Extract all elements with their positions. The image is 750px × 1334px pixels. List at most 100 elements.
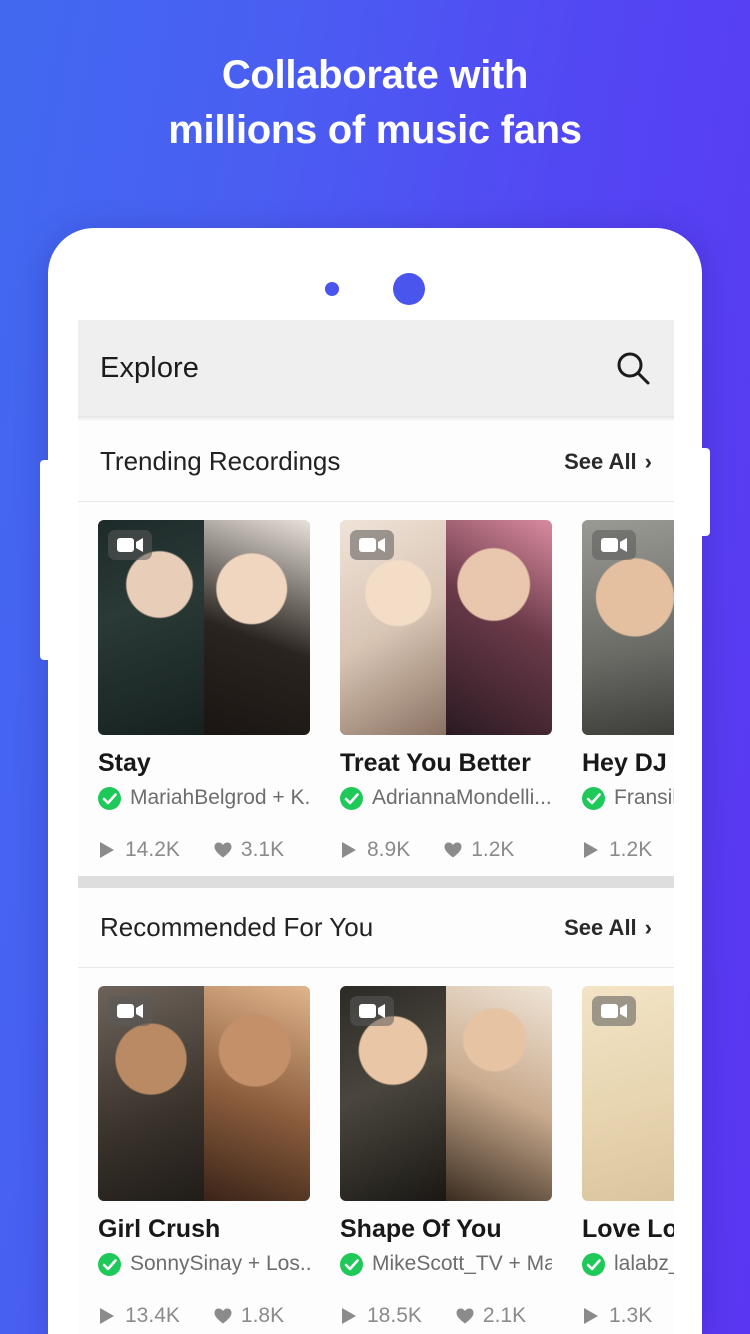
recording-card[interactable]: Girl Crush SonnySinay + Los... 13.4K 1.8…: [98, 986, 310, 1328]
recording-card[interactable]: Stay MariahBelgrod + K... 14.2K 3.1K: [98, 520, 310, 862]
duet-right-portrait: [204, 986, 310, 1201]
recording-user-label: MariahBelgrod + K...: [130, 786, 310, 809]
phone-sensor-row: [48, 258, 702, 320]
play-count: 14.2K: [98, 838, 180, 862]
camera-dot-icon: [325, 282, 339, 296]
see-all-button-recommended[interactable]: See All ›: [564, 915, 652, 941]
recording-thumbnail[interactable]: [582, 986, 674, 1201]
app-bar: Explore: [78, 320, 674, 416]
recording-user: Fransil…: [582, 786, 674, 810]
play-icon: [342, 842, 356, 858]
recording-user-label: MikeScott_TV + Ma...: [372, 1252, 552, 1275]
section-header-recommended: Recommended For You See All ›: [78, 888, 674, 968]
play-count-label: 14.2K: [125, 838, 180, 861]
like-count: 2.1K: [456, 1304, 526, 1328]
recording-card[interactable]: Shape Of You MikeScott_TV + Ma... 18.5K …: [340, 986, 552, 1328]
video-camera-icon: [108, 996, 152, 1026]
recording-user-label: lalabz_: [614, 1252, 674, 1275]
play-icon: [100, 842, 114, 858]
play-icon: [584, 842, 598, 858]
recording-stats: 18.5K 2.1K: [340, 1304, 552, 1328]
heart-icon: [214, 842, 232, 858]
play-count: 18.5K: [340, 1304, 422, 1328]
video-camera-icon: [350, 530, 394, 560]
verified-badge-icon: [340, 786, 363, 810]
verified-badge-icon: [98, 1252, 121, 1276]
see-all-label: See All: [564, 914, 637, 940]
recording-card[interactable]: Love Lov lalabz_ 1.3K: [582, 986, 674, 1328]
recording-user-label: Fransil…: [614, 786, 674, 809]
duet-right-portrait: [446, 520, 552, 735]
see-all-label: See All: [564, 448, 637, 474]
section-header-trending: Trending Recordings See All ›: [78, 422, 674, 502]
section-divider: [78, 876, 674, 888]
recording-user: AdriannaMondelli...: [340, 786, 552, 810]
play-count-label: 13.4K: [125, 1304, 180, 1327]
video-camera-icon: [592, 530, 636, 560]
chevron-right-icon: ›: [644, 448, 652, 474]
app-screen: Explore Trending Recordings See All › St…: [78, 320, 674, 1334]
play-count-label: 1.2K: [609, 838, 653, 861]
heart-icon: [214, 1308, 232, 1324]
recording-title: Love Lov: [582, 1215, 674, 1243]
chevron-right-icon: ›: [644, 914, 652, 940]
duet-right-portrait: [204, 520, 310, 735]
phone-power-button[interactable]: [698, 448, 710, 536]
play-count: 1.3K: [582, 1304, 652, 1328]
recording-card[interactable]: Hey DJ Fransil… 1.2K: [582, 520, 674, 862]
verified-badge-icon: [98, 786, 121, 810]
recording-stats: 1.2K: [582, 838, 674, 862]
see-all-button-trending[interactable]: See All ›: [564, 449, 652, 475]
recording-user: SonnySinay + Los...: [98, 1252, 310, 1276]
video-camera-icon: [108, 530, 152, 560]
section-title: Recommended For You: [100, 912, 374, 942]
recording-thumbnail[interactable]: [582, 520, 674, 735]
verified-badge-icon: [582, 786, 605, 810]
like-count: 1.8K: [214, 1304, 284, 1328]
section-title: Trending Recordings: [100, 446, 341, 476]
speaker-dot-icon: [393, 273, 425, 305]
recording-thumbnail[interactable]: [340, 520, 552, 735]
recording-title: Shape Of You: [340, 1215, 502, 1243]
video-camera-icon: [350, 996, 394, 1026]
like-count-label: 1.8K: [240, 1304, 285, 1327]
recording-stats: 1.3K: [582, 1304, 674, 1328]
play-count-label: 18.5K: [367, 1304, 422, 1327]
recording-user-label: AdriannaMondelli...: [372, 786, 552, 809]
card-row-recommended: Girl Crush SonnySinay + Los... 13.4K 1.8…: [78, 968, 674, 1334]
play-count-label: 8.9K: [367, 838, 411, 861]
play-count: 13.4K: [98, 1304, 180, 1328]
recording-thumbnail[interactable]: [98, 520, 310, 735]
recording-stats: 13.4K 1.8K: [98, 1304, 310, 1328]
recording-thumbnail[interactable]: [98, 986, 310, 1201]
recording-title: Stay: [98, 749, 151, 777]
card-row-trending: Stay MariahBelgrod + K... 14.2K 3.1K Tre…: [78, 502, 674, 876]
search-icon[interactable]: [614, 349, 652, 387]
recording-user: lalabz_: [582, 1252, 674, 1276]
play-icon: [100, 1308, 114, 1324]
verified-badge-icon: [582, 1252, 605, 1276]
recording-stats: 14.2K 3.1K: [98, 838, 310, 862]
like-count: 1.2K: [444, 838, 514, 862]
recording-user: MariahBelgrod + K...: [98, 786, 310, 810]
heart-icon: [444, 842, 462, 858]
recording-user: MikeScott_TV + Ma...: [340, 1252, 552, 1276]
play-icon: [342, 1308, 356, 1324]
like-count: 3.1K: [214, 838, 284, 862]
video-camera-icon: [592, 996, 636, 1026]
duet-right-portrait: [446, 986, 552, 1201]
recording-stats: 8.9K 1.2K: [340, 838, 552, 862]
recording-title: Girl Crush: [98, 1215, 221, 1243]
play-count: 8.9K: [340, 838, 410, 862]
verified-badge-icon: [340, 1252, 363, 1276]
like-count-label: 1.2K: [471, 838, 515, 861]
play-count: 1.2K: [582, 838, 652, 862]
recording-title: Treat You Better: [340, 749, 531, 777]
heart-icon: [456, 1308, 474, 1324]
headline-line-1: Collaborate with: [221, 53, 529, 97]
phone-volume-button[interactable]: [40, 460, 52, 660]
recording-thumbnail[interactable]: [340, 986, 552, 1201]
page-headline: Collaborate with millions of music fans: [0, 48, 750, 158]
recording-card[interactable]: Treat You Better AdriannaMondelli... 8.9…: [340, 520, 552, 862]
play-icon: [584, 1308, 598, 1324]
